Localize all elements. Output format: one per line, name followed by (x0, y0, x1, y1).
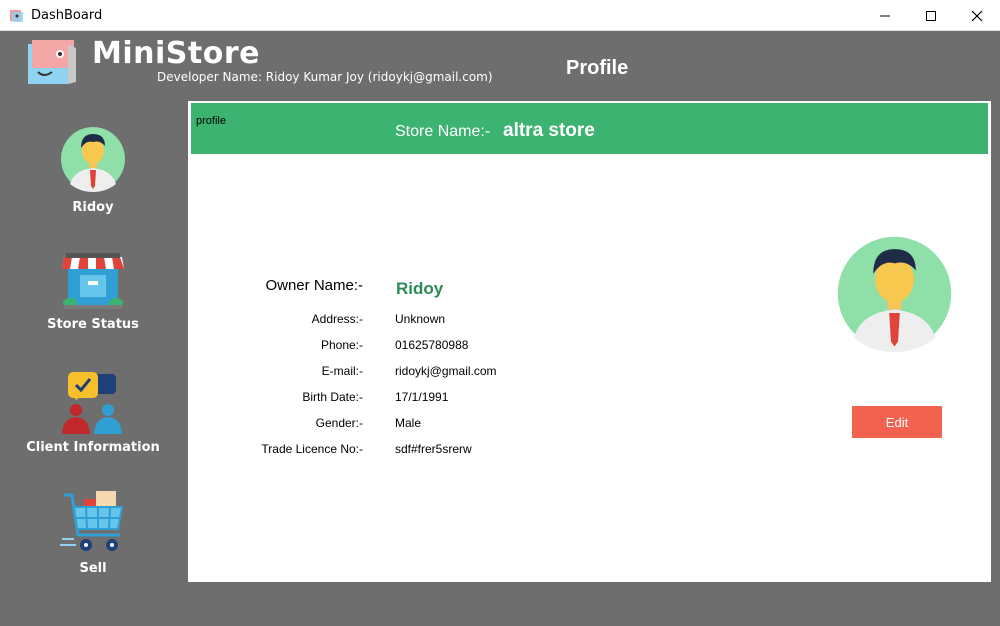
panel-tag: profile (196, 115, 226, 127)
profile-avatar-icon (837, 236, 952, 352)
edit-button[interactable]: Edit (852, 406, 942, 438)
gender-value: Male (395, 416, 422, 430)
sidebar-item-label: Sell (79, 561, 107, 576)
birth-date-value: 17/1/1991 (395, 390, 449, 404)
owner-name-value: Ridoy (396, 279, 444, 298)
trade-licence-label: Trade Licence No:- (261, 442, 363, 456)
sidebar-item-ridoy[interactable]: Ridoy (20, 126, 166, 215)
sidebar-item-label: Ridoy (72, 200, 114, 215)
sidebar-item-label: Store Status (47, 317, 139, 332)
owner-name-label: Owner Name:- (265, 277, 363, 294)
phone-value: 01625780988 (395, 338, 469, 352)
store-banner: profile Store Name:- altra store (191, 103, 988, 154)
app-icon (10, 10, 23, 22)
user-avatar-icon (61, 127, 125, 192)
trade-licence-value: sdf#frer5srerw (395, 442, 472, 456)
email-value: ridoykj@gmail.com (395, 364, 497, 378)
storefront-icon (62, 253, 124, 309)
address-value: Unknown (395, 312, 446, 326)
gender-label: Gender:- (315, 416, 363, 430)
sidebar-item-label: Client Information (26, 440, 160, 455)
ministore-logo-icon (28, 40, 76, 84)
clients-chat-icon (62, 372, 122, 434)
email-label: E-mail:- (321, 364, 363, 378)
window-titlebar: DashBoard (0, 0, 1000, 31)
minimize-icon[interactable] (862, 0, 908, 31)
phone-label: Phone:- (320, 338, 363, 352)
birth-date-label: Birth Date:- (302, 390, 363, 404)
page-title: Profile (566, 57, 629, 79)
store-name-label: Store Name:- (395, 123, 491, 140)
sidebar-item-sell[interactable]: Sell (20, 491, 166, 576)
brand-name: MiniStore (92, 36, 260, 71)
maximize-icon[interactable] (908, 0, 954, 31)
developer-credit: Developer Name: Ridoy Kumar Joy (ridoykj… (157, 70, 493, 84)
profile-panel: profile Store Name:- altra store Owner N… (188, 101, 991, 582)
close-icon[interactable] (954, 0, 1000, 31)
address-label: Address:- (311, 312, 363, 326)
sidebar-item-store-status[interactable]: Store Status (20, 251, 166, 332)
window-title: DashBoard (31, 8, 103, 23)
store-name-value: altra store (503, 120, 595, 141)
sidebar-item-client-information[interactable]: Client Information (20, 370, 166, 455)
shopping-cart-icon (60, 491, 124, 551)
